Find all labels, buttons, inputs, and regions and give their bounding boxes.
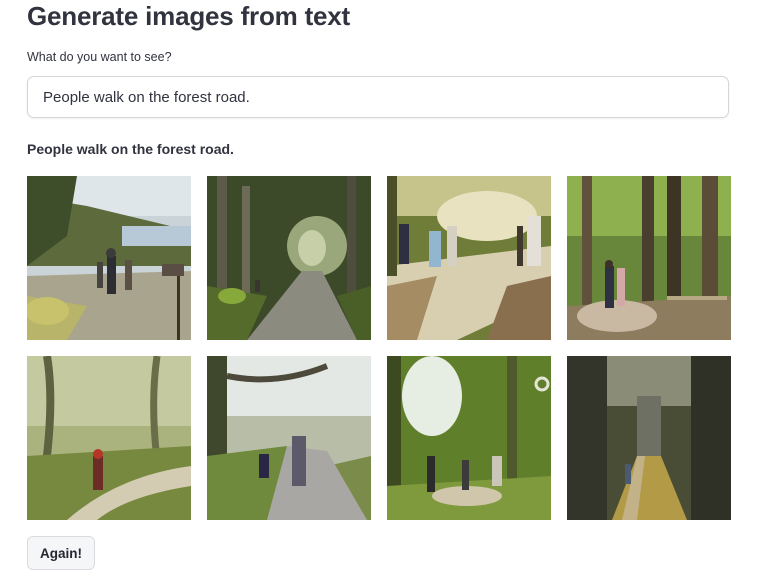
generated-image-5-picture (27, 356, 191, 520)
again-button[interactable]: Again! (27, 536, 95, 570)
generated-image-6 (207, 356, 371, 520)
generated-image-1 (27, 176, 191, 340)
generated-image-2-picture (207, 176, 371, 340)
generated-image-8 (567, 356, 731, 520)
generated-image-7-picture (387, 356, 551, 520)
image-grid (27, 176, 731, 520)
app-page: Generate images from text What do you wa… (0, 0, 770, 575)
generated-image-4 (567, 176, 731, 340)
generated-image-5 (27, 356, 191, 520)
generated-image-2 (207, 176, 371, 340)
generated-image-8-picture (567, 356, 731, 520)
generated-image-4-picture (567, 176, 731, 340)
prompt-input[interactable] (27, 76, 729, 118)
prompt-label: What do you want to see? (27, 50, 172, 64)
generated-image-3 (387, 176, 551, 340)
generated-image-3-picture (387, 176, 551, 340)
page-title: Generate images from text (27, 1, 351, 31)
generated-image-6-picture (207, 356, 371, 520)
generated-image-7 (387, 356, 551, 520)
generated-image-1-picture (27, 176, 191, 340)
result-heading: People walk on the forest road. (27, 141, 234, 157)
